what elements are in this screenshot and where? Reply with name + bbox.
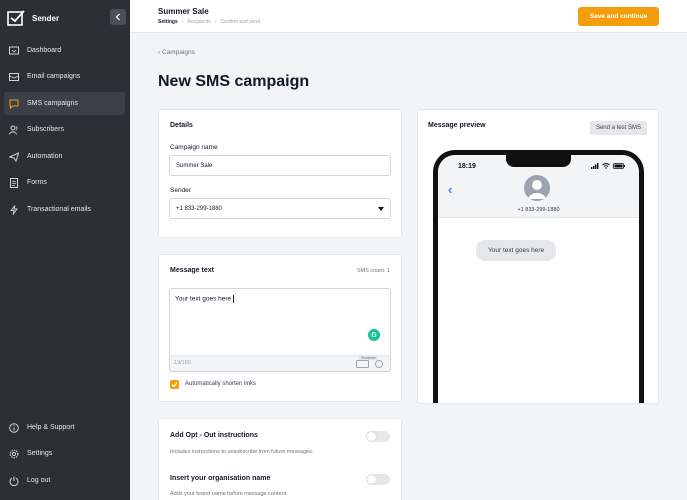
info-icon <box>9 422 19 433</box>
sender-logo-icon <box>7 10 25 26</box>
sidebar-item-label: SMS campaigns <box>27 100 78 107</box>
sidebar-item-label: Forms <box>27 179 47 186</box>
contact-number: +1 833-299-1880 <box>517 207 560 213</box>
sidebar-item-dashboard[interactable]: Dashboard <box>4 39 125 62</box>
sidebar-item-label: Subscribers <box>27 126 64 133</box>
send-icon <box>9 151 19 162</box>
breadcrumb: Settings › Recipients › Confirm and send <box>158 19 260 25</box>
shorten-links-checkbox[interactable] <box>170 380 179 389</box>
forms-icon <box>10 177 18 188</box>
message-preview-card: Message preview Send a test SMS 18:19 ‹ … <box>417 109 659 404</box>
status-icons <box>591 163 625 169</box>
collapse-sidebar-button[interactable] <box>110 9 126 25</box>
campaign-title: Summer Sale <box>158 7 209 16</box>
sidebar-item-settings[interactable]: Settings <box>4 442 125 465</box>
sidebar-item-subscribers[interactable]: Subscribers <box>4 118 125 141</box>
sidebar-item-label: Transactional emails <box>27 206 91 213</box>
chevron-right-icon: › <box>214 19 217 25</box>
sidebar-item-automation[interactable]: Automation <box>4 145 125 168</box>
chevron-left-icon: ‹ <box>448 182 453 197</box>
message-text-value: Your text goes here <box>175 295 232 303</box>
phone-header: 18:19 ‹ +1 833-299-1880 <box>438 155 639 218</box>
sidebar-item-label: Dashboard <box>27 47 62 54</box>
message-bubble: Your text goes here <box>476 240 557 261</box>
details-title: Details <box>170 122 193 129</box>
grammarly-icon[interactable]: G <box>368 329 380 341</box>
sidebar-item-label: Email campaigns <box>27 73 81 80</box>
sender-label: Sender <box>170 187 191 194</box>
chevron-right-icon: › <box>181 19 184 25</box>
sidebar-item-transactional-emails[interactable]: Transactional emails <box>4 198 125 221</box>
save-and-continue-button[interactable]: Save and continue <box>578 7 659 26</box>
campaign-name-label: Campaign name <box>170 144 218 151</box>
page-title: New SMS campaign <box>158 73 310 90</box>
message-text-content: Your text goes here <box>175 295 235 303</box>
step-confirm[interactable]: Confirm and send <box>220 19 259 25</box>
opt-out-description: Includes instructions to unsubscribe fro… <box>170 449 314 455</box>
dashboard-icon <box>9 46 19 54</box>
caret-down-icon <box>378 207 384 211</box>
contact-avatar-icon <box>524 175 550 201</box>
power-icon <box>9 476 19 486</box>
sidebar-item-sms-campaigns[interactable]: SMS campaigns <box>4 92 125 115</box>
emoji-icon[interactable] <box>375 360 383 368</box>
sidebar-item-logout[interactable]: Log out <box>4 469 125 492</box>
phone-mockup: 18:19 ‹ +1 833-299-1880 Your text goes h… <box>433 150 644 403</box>
top-header: Summer Sale Settings › Recipients › Conf… <box>130 0 687 33</box>
sidebar-item-help[interactable]: Help & Support <box>4 416 125 439</box>
org-name-title: Insert your organisation name <box>170 475 271 482</box>
step-settings[interactable]: Settings <box>158 19 178 25</box>
chat-icon <box>9 99 19 109</box>
phone-notch <box>506 155 571 167</box>
sidebar: Sender Dashboard Email campaigns SMS cam… <box>0 0 130 500</box>
check-icon <box>171 382 178 388</box>
chevron-left-icon <box>115 13 120 21</box>
mail-icon <box>9 72 19 81</box>
send-test-sms-button[interactable]: Send a test SMS <box>589 121 647 135</box>
toggle-knob <box>367 432 376 441</box>
shorten-links-label: Automatically shorten links <box>185 381 257 387</box>
campaign-name-input[interactable]: Summer Sale <box>169 155 391 176</box>
sender-select[interactable]: +1 833-299-1880 <box>169 198 391 219</box>
users-icon <box>9 125 18 135</box>
details-card: Details Campaign name Summer Sale Sender… <box>158 109 402 238</box>
wifi-icon <box>602 163 610 169</box>
char-count: 19/160 <box>174 360 191 366</box>
sidebar-item-label: Help & Support <box>27 424 75 431</box>
opt-out-title: Add Opt - Out instructions <box>170 432 258 439</box>
sidebar-item-forms[interactable]: Forms <box>4 171 125 194</box>
phone-time: 18:19 <box>458 163 476 170</box>
sidebar-item-email-campaigns[interactable]: Email campaigns <box>4 65 125 88</box>
text-cursor <box>233 295 235 303</box>
sidebar-item-label: Settings <box>27 450 53 457</box>
message-preview-title: Message preview <box>428 122 486 129</box>
link-icon[interactable] <box>356 360 369 368</box>
gear-icon <box>9 449 19 458</box>
sender-select-value: +1 833-299-1880 <box>176 205 222 212</box>
signal-icon <box>591 163 599 169</box>
sms-count: SMS count: 1 <box>356 268 390 274</box>
toggle-knob <box>367 475 376 484</box>
org-name-description: Adds your brand name before message cont… <box>170 491 288 497</box>
step-recipients[interactable]: Recipients <box>187 19 210 25</box>
battery-icon <box>613 163 625 169</box>
message-text-title: Message text <box>170 267 214 274</box>
sidebar-item-label: Automation <box>27 153 63 160</box>
brand-name: Sender <box>32 13 60 23</box>
opt-out-toggle[interactable] <box>366 431 390 442</box>
textarea-footer: 19/160 Shortener <box>170 355 390 371</box>
back-to-campaigns-link[interactable]: ‹ Campaigns <box>158 49 195 56</box>
sidebar-item-label: Log out <box>27 477 51 484</box>
org-name-toggle[interactable] <box>366 474 390 485</box>
message-textarea[interactable]: Your text goes here G 19/160 Shortener <box>169 288 391 372</box>
back-link-label: Campaigns <box>161 49 195 56</box>
lightning-icon <box>10 204 18 215</box>
message-text-card: Message text SMS count: 1 Your text goes… <box>158 254 402 402</box>
options-card: Add Opt - Out instructions Includes inst… <box>158 418 402 500</box>
